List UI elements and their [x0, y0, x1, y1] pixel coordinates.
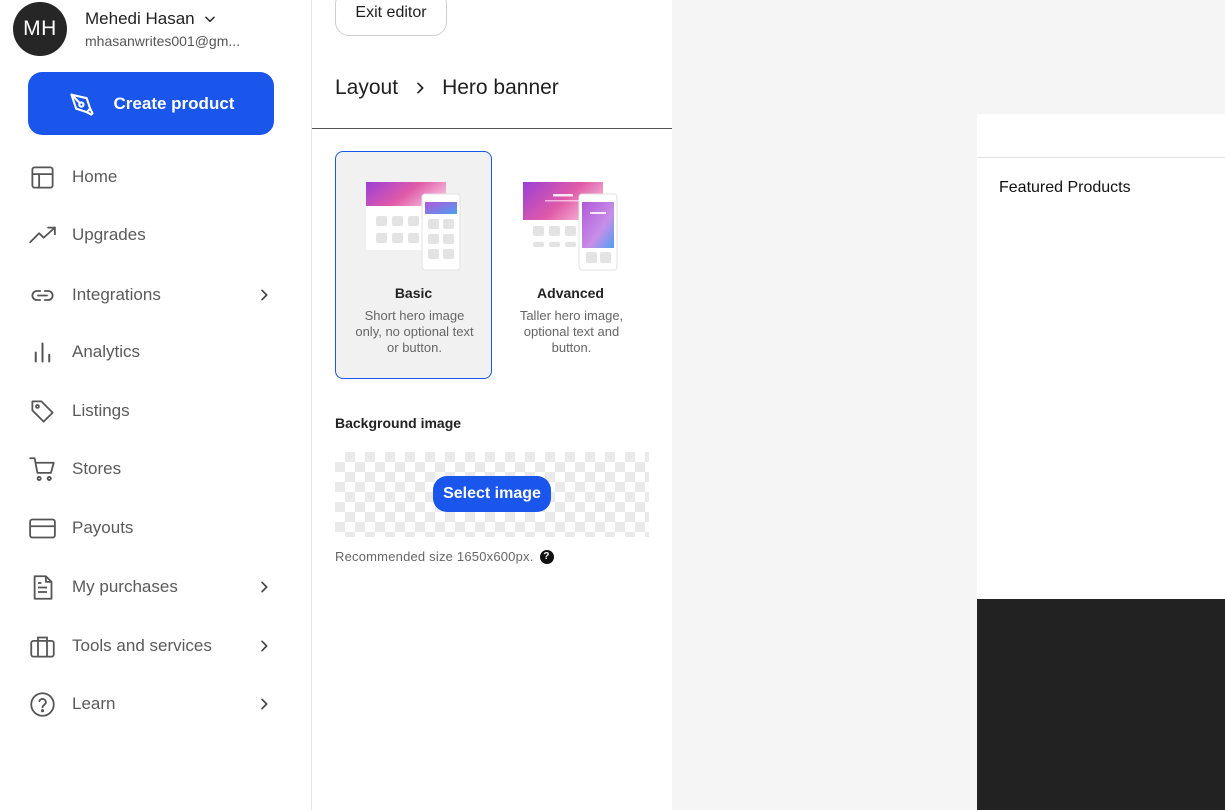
sidebar-item-upgrades[interactable]: Upgrades — [28, 218, 272, 252]
sidebar-item-home[interactable]: Home — [28, 160, 272, 194]
sidebar-item-analytics[interactable]: Analytics — [28, 335, 272, 369]
sidebar-item-label: My purchases — [72, 577, 178, 596]
sidebar-item-my-purchases[interactable]: My purchases — [28, 570, 272, 604]
sidebar-item-payouts[interactable]: Payouts — [28, 511, 272, 545]
layout-option-advanced[interactable]: Advanced Taller hero image, optional tex… — [492, 151, 649, 379]
user-name: Mehedi Hasan — [85, 9, 195, 28]
chevron-right-icon — [261, 698, 268, 710]
layout-description: Short hero image only, no optional text … — [355, 308, 474, 355]
account-menu-toggle[interactable]: Mehedi Hasan — [85, 9, 217, 29]
recommended-size-text: Recommended size 1650x600px. — [335, 549, 534, 564]
avatar[interactable]: MH — [13, 2, 67, 56]
tag-icon — [28, 397, 56, 425]
preview-footer — [977, 599, 1225, 810]
layout-description: Taller hero image, optional text and but… — [519, 308, 624, 355]
layout-option-basic[interactable]: Basic Short hero image only, no optional… — [335, 151, 492, 379]
sidebar-item-label: Tools and services — [72, 636, 212, 655]
layout-title: Basic — [394, 285, 433, 301]
recommended-size-note: Recommended size 1650x600px. ? — [335, 549, 554, 564]
featured-products-heading: Featured Products — [999, 179, 1131, 196]
sidebar-item-label: Payouts — [72, 518, 134, 537]
sidebar-item-label: Upgrades — [72, 225, 146, 244]
preview-header-divider — [977, 157, 1225, 158]
chevron-right-icon — [417, 82, 424, 94]
link-icon — [28, 281, 56, 309]
document-icon — [28, 573, 56, 601]
chevron-right-icon — [261, 640, 268, 652]
pen-tool-icon — [69, 93, 94, 116]
sidebar-item-integrations[interactable]: Integrations — [28, 278, 272, 312]
exit-editor-button[interactable]: Exit editor — [335, 0, 447, 36]
create-product-label: Create product — [113, 93, 235, 113]
sidebar-item-learn[interactable]: Learn — [28, 687, 272, 721]
sidebar-item-label: Listings — [72, 401, 130, 420]
chevron-right-icon — [261, 581, 268, 593]
select-image-button[interactable]: Select image — [433, 476, 551, 512]
help-icon[interactable]: ? — [539, 549, 554, 564]
create-product-button[interactable]: Create product — [28, 72, 274, 135]
chevron-right-icon — [261, 289, 268, 301]
sidebar-item-label: Analytics — [72, 342, 141, 361]
sidebar-item-tools-and-services[interactable]: Tools and services — [28, 629, 272, 663]
basic-layout-thumbnail — [366, 182, 461, 271]
layout-icon — [28, 163, 56, 191]
sidebar-item-stores[interactable]: Stores — [28, 452, 272, 486]
trending-up-icon — [28, 221, 56, 249]
briefcase-icon — [28, 632, 56, 660]
user-email: mhasanwrites001@gm... — [85, 33, 241, 49]
bar-chart-icon — [28, 338, 56, 366]
chevron-down-icon — [204, 16, 215, 23]
editor-panel — [312, 0, 672, 810]
cart-icon — [28, 455, 56, 483]
question-circle-icon — [28, 690, 56, 718]
sidebar-item-label: Learn — [72, 694, 116, 713]
breadcrumb-layout[interactable]: Layout — [335, 76, 398, 100]
sidebar-item-label: Home — [72, 167, 118, 186]
sidebar-item-listings[interactable]: Listings — [28, 394, 272, 428]
layout-title: Advanced — [537, 285, 604, 301]
background-image-label: Background image — [335, 415, 462, 431]
breadcrumb: Layout Hero banner — [335, 76, 559, 100]
breadcrumb-hero-banner: Hero banner — [442, 76, 559, 99]
advanced-layout-thumbnail — [523, 182, 618, 271]
sidebar-item-label: Integrations — [72, 285, 161, 304]
credit-card-icon — [28, 514, 56, 542]
sidebar-item-label: Stores — [72, 459, 122, 478]
divider — [312, 128, 672, 129]
